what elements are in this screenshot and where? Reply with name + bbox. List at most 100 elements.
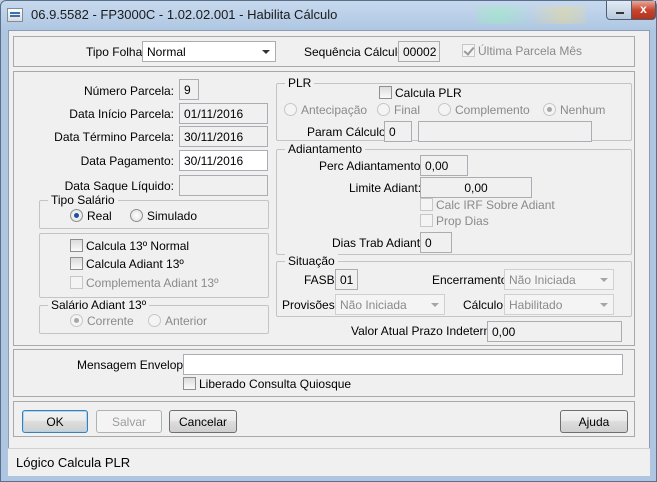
checkbox-icon: [379, 86, 392, 99]
calc-irf-label: Calc IRF Sobre Adiant: [436, 198, 555, 212]
calcula-13-normal-label: Calcula 13º Normal: [86, 239, 190, 253]
checkbox-icon: [70, 239, 83, 252]
provisoes-label: Provisões:: [282, 298, 339, 312]
ultima-parcela-label: Última Parcela Mês: [478, 44, 583, 58]
adiantamento-title: Adiantamento: [285, 142, 366, 156]
fasb-field[interactable]: 01: [335, 269, 358, 290]
title-background-decoration: [476, 6, 586, 24]
close-icon: x: [640, 2, 647, 16]
calculo-value: Habilitado: [509, 298, 563, 312]
radio-nenhum-label: Nenhum: [560, 103, 606, 117]
provisoes-select[interactable]: Não Iniciada: [335, 294, 445, 315]
data-saque-field[interactable]: [179, 175, 268, 196]
data-inicio-field[interactable]: 01/11/2016: [179, 103, 268, 124]
param-calculo-label: Param Cálculo:: [307, 125, 390, 139]
provisoes-value: Não Iniciada: [340, 298, 407, 312]
radio-simulado[interactable]: Simulado: [130, 209, 197, 225]
perc-adiantamento-label: Perc Adiantamento:: [319, 159, 424, 173]
situacao-group: Situação FASB: 01 Encerramento: Não Inic…: [276, 254, 632, 317]
main-window: 06.9.5582 - FP3000C - 1.02.02.001 - Habi…: [0, 0, 657, 482]
dialog-client-area: Tipo Folha: Normal Sequência Cálculo: 00…: [8, 30, 650, 475]
calc-irf-checkbox[interactable]: Calc IRF Sobre Adiant: [420, 198, 555, 214]
data-inicio-label: Data Início Parcela:: [69, 107, 174, 121]
complementa-adiant-13-label: Complementa Adiant 13º: [86, 276, 219, 290]
data-termino-label: Data Término Parcela:: [54, 130, 174, 144]
mensagem-envelope-field[interactable]: [183, 354, 623, 375]
data-pagamento-field[interactable]: 30/11/2016: [179, 150, 268, 171]
salvar-button[interactable]: Salvar: [96, 410, 162, 433]
radio-icon: [438, 103, 451, 116]
ok-button[interactable]: OK: [22, 410, 88, 433]
radio-anterior[interactable]: Anterior: [148, 314, 207, 330]
complementa-adiant-13-checkbox[interactable]: Complementa Adiant 13º: [70, 276, 218, 292]
valor-atual-label: Valor Atual Prazo Indeterm:: [351, 324, 497, 338]
numero-parcela-field[interactable]: 9: [179, 79, 199, 100]
calcula-13-normal-checkbox[interactable]: Calcula 13º Normal: [70, 239, 189, 255]
radio-selected-icon: [70, 209, 83, 222]
calcula-plr-checkbox[interactable]: Calcula PLR: [379, 86, 462, 102]
tipo-salario-group: Tipo Salário Real Simulado: [39, 193, 269, 229]
radio-complemento[interactable]: Complemento: [438, 103, 530, 119]
salario-adiant-group: Salário Adiant 13º Corrente Anterior: [39, 298, 269, 334]
cancelar-button[interactable]: Cancelar: [169, 410, 237, 433]
radio-real[interactable]: Real: [70, 209, 112, 225]
tipo-salario-title: Tipo Salário: [48, 193, 118, 207]
ajuda-button[interactable]: Ajuda: [560, 410, 628, 433]
radio-anterior-label: Anterior: [165, 314, 208, 328]
radio-nenhum[interactable]: Nenhum: [543, 103, 605, 119]
mensagem-envelope-label: Mensagem Envelope:: [77, 358, 194, 372]
radio-final[interactable]: Final: [377, 103, 420, 119]
radio-icon: [130, 209, 143, 222]
limite-adiant-label: Limite Adiant:: [349, 181, 422, 195]
minimize-button[interactable]: [606, 1, 632, 20]
ultima-parcela-checkbox[interactable]: Última Parcela Mês: [462, 44, 582, 60]
checkbox-icon: [420, 198, 433, 211]
app-icon: [7, 8, 23, 22]
liberado-quiosque-checkbox[interactable]: Liberado Consulta Quiosque: [183, 377, 351, 393]
dias-trab-field[interactable]: 0: [420, 232, 452, 253]
limite-adiant-field[interactable]: 0,00: [420, 177, 532, 198]
fasb-label: FASB:: [304, 273, 339, 287]
decimo-terceiro-group: Calcula 13º Normal Calcula Adiant 13º Co…: [39, 233, 269, 298]
radio-antecipacao-label: Antecipação: [301, 103, 368, 117]
radio-icon: [377, 103, 390, 116]
calcula-adiant-13-checkbox[interactable]: Calcula Adiant 13º: [70, 257, 184, 273]
calcula-plr-label: Calcula PLR: [395, 86, 462, 100]
radio-icon: [148, 314, 161, 327]
checkbox-icon: [183, 377, 196, 390]
radio-complemento-label: Complemento: [455, 103, 530, 117]
radio-corrente[interactable]: Corrente: [70, 314, 134, 330]
title-bar[interactable]: 06.9.5582 - FP3000C - 1.02.02.001 - Habi…: [1, 1, 656, 29]
status-text: Lógico Calcula PLR: [16, 455, 131, 470]
encerramento-value: Não Iniciada: [509, 273, 576, 287]
tipo-folha-label: Tipo Folha:: [86, 45, 146, 59]
sequencia-calculo-field[interactable]: 00002: [398, 41, 440, 62]
liberado-quiosque-label: Liberado Consulta Quiosque: [199, 377, 352, 391]
data-termino-field[interactable]: 30/11/2016: [179, 126, 268, 147]
checkbox-check-icon: [462, 44, 475, 57]
numero-parcela-label: Número Parcela:: [83, 84, 174, 98]
mensagem-panel: Mensagem Envelope: Liberado Consulta Qui…: [13, 349, 635, 397]
calculo-select[interactable]: Habilitado: [504, 294, 614, 315]
prop-dias-checkbox[interactable]: Prop Dias: [420, 214, 489, 230]
valor-atual-field[interactable]: 0,00: [487, 321, 622, 342]
tipo-folha-select[interactable]: Normal: [142, 41, 276, 62]
calculo-label: Cálculo:: [463, 298, 507, 312]
calcula-adiant-13-label: Calcula Adiant 13º: [86, 257, 184, 271]
param-calculo-field[interactable]: 0: [384, 121, 412, 142]
perc-adiantamento-field[interactable]: 0,00: [420, 155, 468, 176]
encerramento-select[interactable]: Não Iniciada: [504, 269, 614, 290]
plr-group: PLR Calcula PLR Antecipação Final Comple…: [276, 76, 632, 142]
chevron-down-icon: [600, 278, 608, 282]
radio-antecipacao[interactable]: Antecipação: [284, 103, 367, 119]
button-panel: OK Salvar Cancelar Ajuda: [13, 401, 635, 437]
chevron-down-icon: [600, 303, 608, 307]
window-title: 06.9.5582 - FP3000C - 1.02.02.001 - Habi…: [31, 7, 338, 22]
plr-title: PLR: [285, 76, 315, 90]
checkbox-icon: [70, 257, 83, 270]
close-button[interactable]: x: [631, 1, 656, 20]
sequencia-calculo-label: Sequência Cálculo:: [304, 45, 408, 59]
radio-selected-icon: [543, 103, 556, 116]
radio-icon: [284, 103, 297, 116]
radio-final-label: Final: [394, 103, 421, 117]
